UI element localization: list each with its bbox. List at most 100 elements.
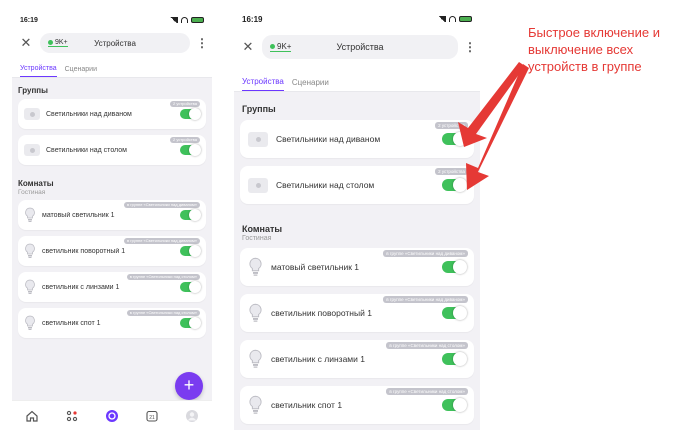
system-icons [169, 17, 204, 23]
svg-text:21: 21 [149, 415, 155, 421]
group-icon [24, 144, 40, 156]
rooms-heading: Комнаты [18, 179, 54, 188]
wifi-icon [181, 17, 188, 23]
header-pill[interactable]: 9K+ Устройства [262, 35, 458, 59]
system-icons [437, 16, 472, 22]
group-membership-badge: в группе «Светильники над диваном» [383, 296, 468, 303]
group-icon [248, 131, 268, 147]
tabs: Устройства Сценарии [234, 66, 480, 92]
group-card[interactable]: 2 устройства Светильники над столом [240, 166, 474, 204]
device-card[interactable]: в группе «Светильники над диваном» матов… [240, 248, 474, 286]
page-title: Устройства [336, 42, 384, 52]
group-toggle[interactable] [442, 132, 467, 146]
group-name: Светильники над столом [46, 146, 127, 154]
device-toggle[interactable] [442, 260, 467, 274]
device-name: светильник спот 1 [42, 319, 101, 327]
group-card[interactable]: 2 устройства Светильники над столом [18, 135, 206, 165]
tab-devices[interactable]: Устройства [242, 77, 284, 91]
group-icon [248, 177, 268, 193]
bulb-icon [248, 395, 263, 415]
wifi-icon [449, 16, 456, 22]
header-pill[interactable]: 9K+ Устройства [40, 33, 190, 53]
device-name: матовый светильник 1 [271, 262, 360, 272]
room-name: Гостиная [242, 235, 272, 242]
signal-icon [437, 16, 446, 22]
group-icon [24, 108, 40, 120]
home-icon[interactable] [24, 408, 40, 424]
device-name: светильник с линзами 1 [42, 283, 120, 291]
group-toggle[interactable] [180, 108, 201, 120]
group-membership-badge: в группе «Светильники над диваном» [123, 202, 200, 208]
bulb-icon [24, 315, 36, 331]
tab-scenarios[interactable]: Сценарии [65, 66, 97, 77]
signal-icon [169, 17, 178, 23]
battery-icon [459, 16, 472, 22]
group-name: Светильники над столом [276, 180, 375, 190]
profile-icon[interactable] [184, 408, 200, 424]
device-name: светильник с линзами 1 [271, 354, 365, 364]
bulb-icon [248, 303, 263, 323]
device-toggle[interactable] [180, 281, 201, 293]
status-time: 16:19 [20, 16, 38, 24]
group-card[interactable]: 2 устройства Светильники над диваном [240, 120, 474, 158]
annotation-text: Быстрое включение и выключение всех устр… [528, 25, 660, 74]
device-card[interactable]: в группе «Светильники над диваном» свети… [240, 294, 474, 332]
close-icon[interactable]: ✕ [240, 39, 256, 55]
top-bar: ✕ 9K+ Устройства ⋮ [234, 28, 480, 66]
device-toggle[interactable] [180, 209, 201, 221]
bulb-icon [24, 243, 36, 259]
device-toggle[interactable] [180, 317, 201, 329]
alice-icon[interactable] [104, 408, 120, 424]
device-card[interactable]: в группе «Светильники над столом» светил… [18, 308, 206, 338]
calendar-icon[interactable]: 21 [144, 408, 160, 424]
status-bar: 16:19 [234, 10, 480, 28]
status-time: 16:19 [242, 14, 263, 24]
groups-heading: Группы [242, 104, 276, 114]
device-name: светильник поворотный 1 [271, 308, 372, 318]
group-membership-badge: в группе «Светильники над диваном» [123, 238, 200, 244]
close-icon[interactable]: ✕ [18, 35, 34, 51]
tabs: Устройства Сценарии [12, 58, 212, 78]
device-count-badge: 2 устройства [170, 137, 200, 143]
rooms-heading: Комнаты [242, 224, 283, 234]
bottom-nav: 21 [12, 400, 212, 430]
group-toggle[interactable] [442, 178, 467, 192]
groups-heading: Группы [18, 86, 48, 95]
device-card[interactable]: в группе «Светильники над диваном» матов… [18, 200, 206, 230]
device-count-badge: 2 устройства [170, 101, 200, 107]
device-toggle[interactable] [442, 306, 467, 320]
battery-icon [191, 17, 204, 23]
device-name: матовый светильник 1 [42, 211, 115, 219]
page-title: Устройства [94, 38, 136, 48]
device-card[interactable]: в группе «Светильники над диваном» свети… [18, 236, 206, 266]
group-membership-badge: в группе «Светильники над столом» [386, 388, 468, 395]
group-membership-badge: в группе «Светильники над столом» [386, 342, 468, 349]
top-bar: ✕ 9K+ Устройства ⋮ [12, 28, 212, 58]
bulb-icon [24, 207, 36, 223]
devices-icon[interactable] [64, 408, 80, 424]
device-card[interactable]: в группе «Светильники над столом» светил… [18, 272, 206, 302]
group-toggle[interactable] [180, 144, 201, 156]
bulb-icon [248, 257, 263, 277]
group-name: Светильники над диваном [46, 110, 132, 118]
device-count-badge: 2 устройства [435, 168, 468, 175]
device-toggle[interactable] [442, 398, 467, 412]
group-name: Светильники над диваном [276, 134, 381, 144]
group-card[interactable]: 2 устройства Светильники над диваном [18, 99, 206, 129]
group-membership-badge: в группе «Светильники над диваном» [383, 250, 468, 257]
more-vertical-icon[interactable]: ⋮ [196, 36, 208, 50]
device-card[interactable]: в группе «Светильники над столом» светил… [240, 386, 474, 424]
tab-scenarios[interactable]: Сценарии [292, 78, 329, 91]
group-membership-badge: в группе «Светильники над столом» [126, 310, 200, 316]
bulb-icon [24, 279, 36, 295]
device-count-badge: 2 устройства [435, 122, 468, 129]
device-card[interactable]: в группе «Светильники над столом» светил… [240, 340, 474, 378]
device-toggle[interactable] [180, 245, 201, 257]
phone-screenshot-left: 16:19 ✕ 9K+ Устройства ⋮ Устройства Сцен… [12, 12, 212, 430]
tab-devices[interactable]: Устройства [20, 65, 57, 77]
device-name: светильник поворотный 1 [42, 247, 126, 255]
more-vertical-icon[interactable]: ⋮ [464, 40, 476, 54]
device-toggle[interactable] [442, 352, 467, 366]
status-bar: 16:19 [12, 12, 212, 28]
add-device-button[interactable]: + [175, 372, 203, 400]
